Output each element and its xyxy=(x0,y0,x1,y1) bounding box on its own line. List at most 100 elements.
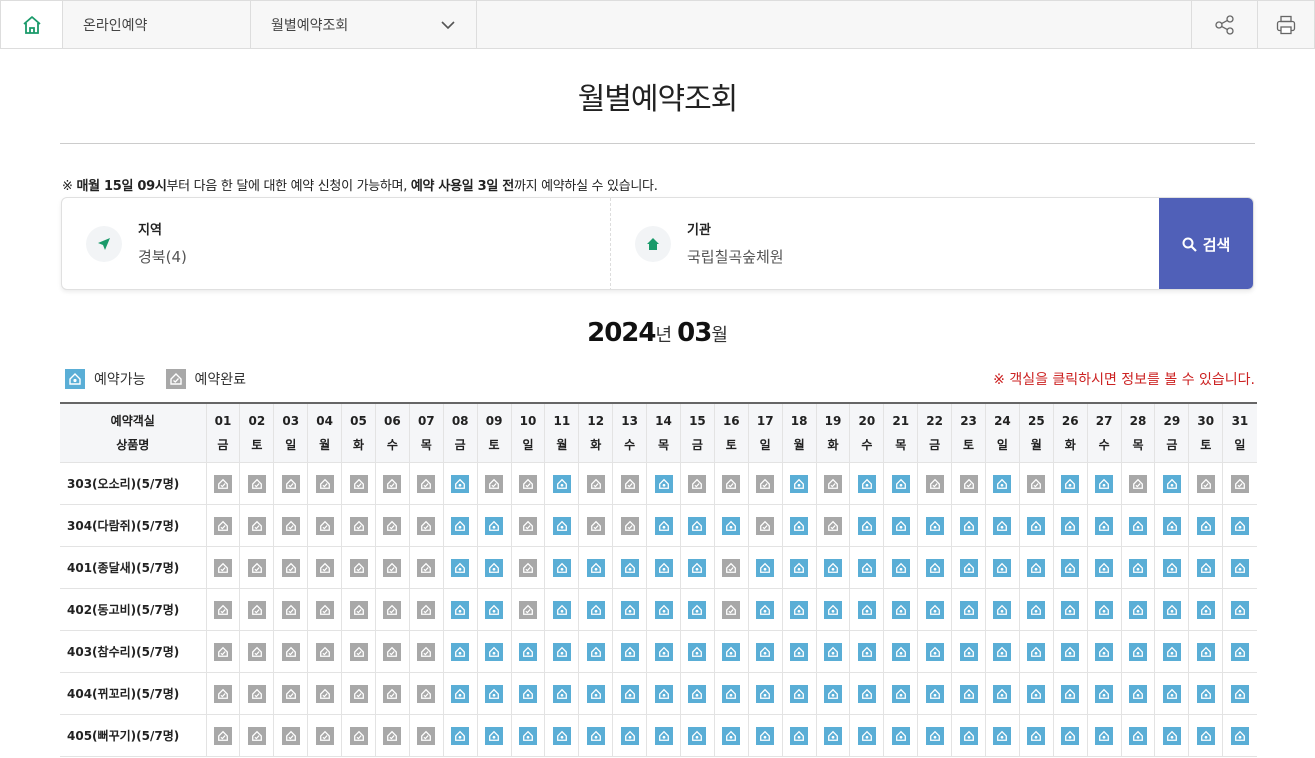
available-cell[interactable] xyxy=(917,588,952,631)
available-cell[interactable] xyxy=(1018,672,1054,715)
available-cell[interactable] xyxy=(476,504,512,547)
available-cell[interactable] xyxy=(1052,504,1088,547)
available-cell[interactable] xyxy=(849,588,884,631)
available-cell[interactable] xyxy=(1086,588,1122,631)
available-cell[interactable] xyxy=(1120,630,1155,673)
available-house-icon[interactable] xyxy=(993,558,1012,577)
available-cell[interactable] xyxy=(815,546,850,589)
available-house-icon[interactable] xyxy=(1027,516,1046,535)
available-house-icon[interactable] xyxy=(1095,684,1114,703)
available-house-icon[interactable] xyxy=(1061,558,1080,577)
available-cell[interactable] xyxy=(1188,504,1223,547)
available-house-icon[interactable] xyxy=(790,474,809,493)
available-cell[interactable] xyxy=(442,462,478,505)
available-house-icon[interactable] xyxy=(790,642,809,661)
available-house-icon[interactable] xyxy=(451,684,470,703)
available-cell[interactable] xyxy=(917,546,952,589)
available-cell[interactable] xyxy=(917,714,952,757)
available-house-icon[interactable] xyxy=(857,684,876,703)
available-cell[interactable] xyxy=(747,630,783,673)
available-cell[interactable] xyxy=(917,504,952,547)
home-button[interactable] xyxy=(1,1,63,48)
available-house-icon[interactable] xyxy=(891,558,910,577)
available-house-icon[interactable] xyxy=(1230,684,1249,703)
available-cell[interactable] xyxy=(510,630,545,673)
available-cell[interactable] xyxy=(747,672,783,715)
available-cell[interactable] xyxy=(883,462,918,505)
available-cell[interactable] xyxy=(713,714,749,757)
available-cell[interactable] xyxy=(917,630,952,673)
available-house-icon[interactable] xyxy=(451,726,470,745)
available-house-icon[interactable] xyxy=(959,600,978,619)
available-house-icon[interactable] xyxy=(959,516,978,535)
available-house-icon[interactable] xyxy=(552,474,571,493)
available-cell[interactable] xyxy=(1086,672,1122,715)
available-house-icon[interactable] xyxy=(1196,684,1215,703)
available-cell[interactable] xyxy=(781,546,817,589)
available-house-icon[interactable] xyxy=(756,726,775,745)
available-house-icon[interactable] xyxy=(790,516,809,535)
available-house-icon[interactable] xyxy=(823,600,842,619)
available-cell[interactable] xyxy=(1120,672,1155,715)
available-house-icon[interactable] xyxy=(1162,558,1181,577)
available-house-icon[interactable] xyxy=(722,726,741,745)
available-house-icon[interactable] xyxy=(1162,642,1181,661)
available-house-icon[interactable] xyxy=(552,726,571,745)
available-house-icon[interactable] xyxy=(586,726,605,745)
room-name[interactable]: 304(다람쥐)(5/7명) xyxy=(60,504,206,547)
available-cell[interactable] xyxy=(1154,714,1189,757)
available-cell[interactable] xyxy=(646,630,681,673)
available-house-icon[interactable] xyxy=(959,684,978,703)
available-house-icon[interactable] xyxy=(823,558,842,577)
available-house-icon[interactable] xyxy=(1095,474,1114,493)
available-house-icon[interactable] xyxy=(790,684,809,703)
available-cell[interactable] xyxy=(781,588,817,631)
available-house-icon[interactable] xyxy=(1162,684,1181,703)
available-cell[interactable] xyxy=(442,546,478,589)
available-cell[interactable] xyxy=(1222,588,1257,631)
available-house-icon[interactable] xyxy=(586,600,605,619)
available-house-icon[interactable] xyxy=(1196,726,1215,745)
available-house-icon[interactable] xyxy=(451,558,470,577)
available-cell[interactable] xyxy=(984,546,1020,589)
available-house-icon[interactable] xyxy=(857,600,876,619)
available-house-icon[interactable] xyxy=(1061,474,1080,493)
region-selector[interactable]: 지역 경북(4) xyxy=(62,198,611,289)
available-cell[interactable] xyxy=(442,714,478,757)
available-house-icon[interactable] xyxy=(552,642,571,661)
available-house-icon[interactable] xyxy=(1230,600,1249,619)
available-house-icon[interactable] xyxy=(1027,726,1046,745)
available-house-icon[interactable] xyxy=(993,684,1012,703)
available-cell[interactable] xyxy=(951,546,986,589)
available-cell[interactable] xyxy=(679,504,715,547)
available-house-icon[interactable] xyxy=(1230,558,1249,577)
available-cell[interactable] xyxy=(578,588,613,631)
available-house-icon[interactable] xyxy=(891,474,910,493)
available-cell[interactable] xyxy=(612,546,647,589)
available-cell[interactable] xyxy=(849,504,884,547)
available-house-icon[interactable] xyxy=(620,600,639,619)
available-house-icon[interactable] xyxy=(857,726,876,745)
available-cell[interactable] xyxy=(544,546,579,589)
available-cell[interactable] xyxy=(713,672,749,715)
available-house-icon[interactable] xyxy=(993,600,1012,619)
available-cell[interactable] xyxy=(578,672,613,715)
available-cell[interactable] xyxy=(442,630,478,673)
available-cell[interactable] xyxy=(544,630,579,673)
available-house-icon[interactable] xyxy=(1196,642,1215,661)
available-house-icon[interactable] xyxy=(993,516,1012,535)
available-house-icon[interactable] xyxy=(1196,558,1215,577)
available-house-icon[interactable] xyxy=(1095,726,1114,745)
available-house-icon[interactable] xyxy=(1128,516,1147,535)
facility-selector[interactable]: 기관 국립칠곡숲체원 xyxy=(611,198,1160,289)
share-button[interactable] xyxy=(1191,1,1257,48)
available-house-icon[interactable] xyxy=(993,726,1012,745)
available-cell[interactable] xyxy=(612,714,647,757)
available-house-icon[interactable] xyxy=(654,600,673,619)
room-name[interactable]: 405(뻐꾸기)(5/7명) xyxy=(60,714,206,757)
available-house-icon[interactable] xyxy=(1095,642,1114,661)
available-house-icon[interactable] xyxy=(1027,558,1046,577)
available-cell[interactable] xyxy=(1120,588,1155,631)
available-cell[interactable] xyxy=(781,462,817,505)
available-house-icon[interactable] xyxy=(1061,516,1080,535)
